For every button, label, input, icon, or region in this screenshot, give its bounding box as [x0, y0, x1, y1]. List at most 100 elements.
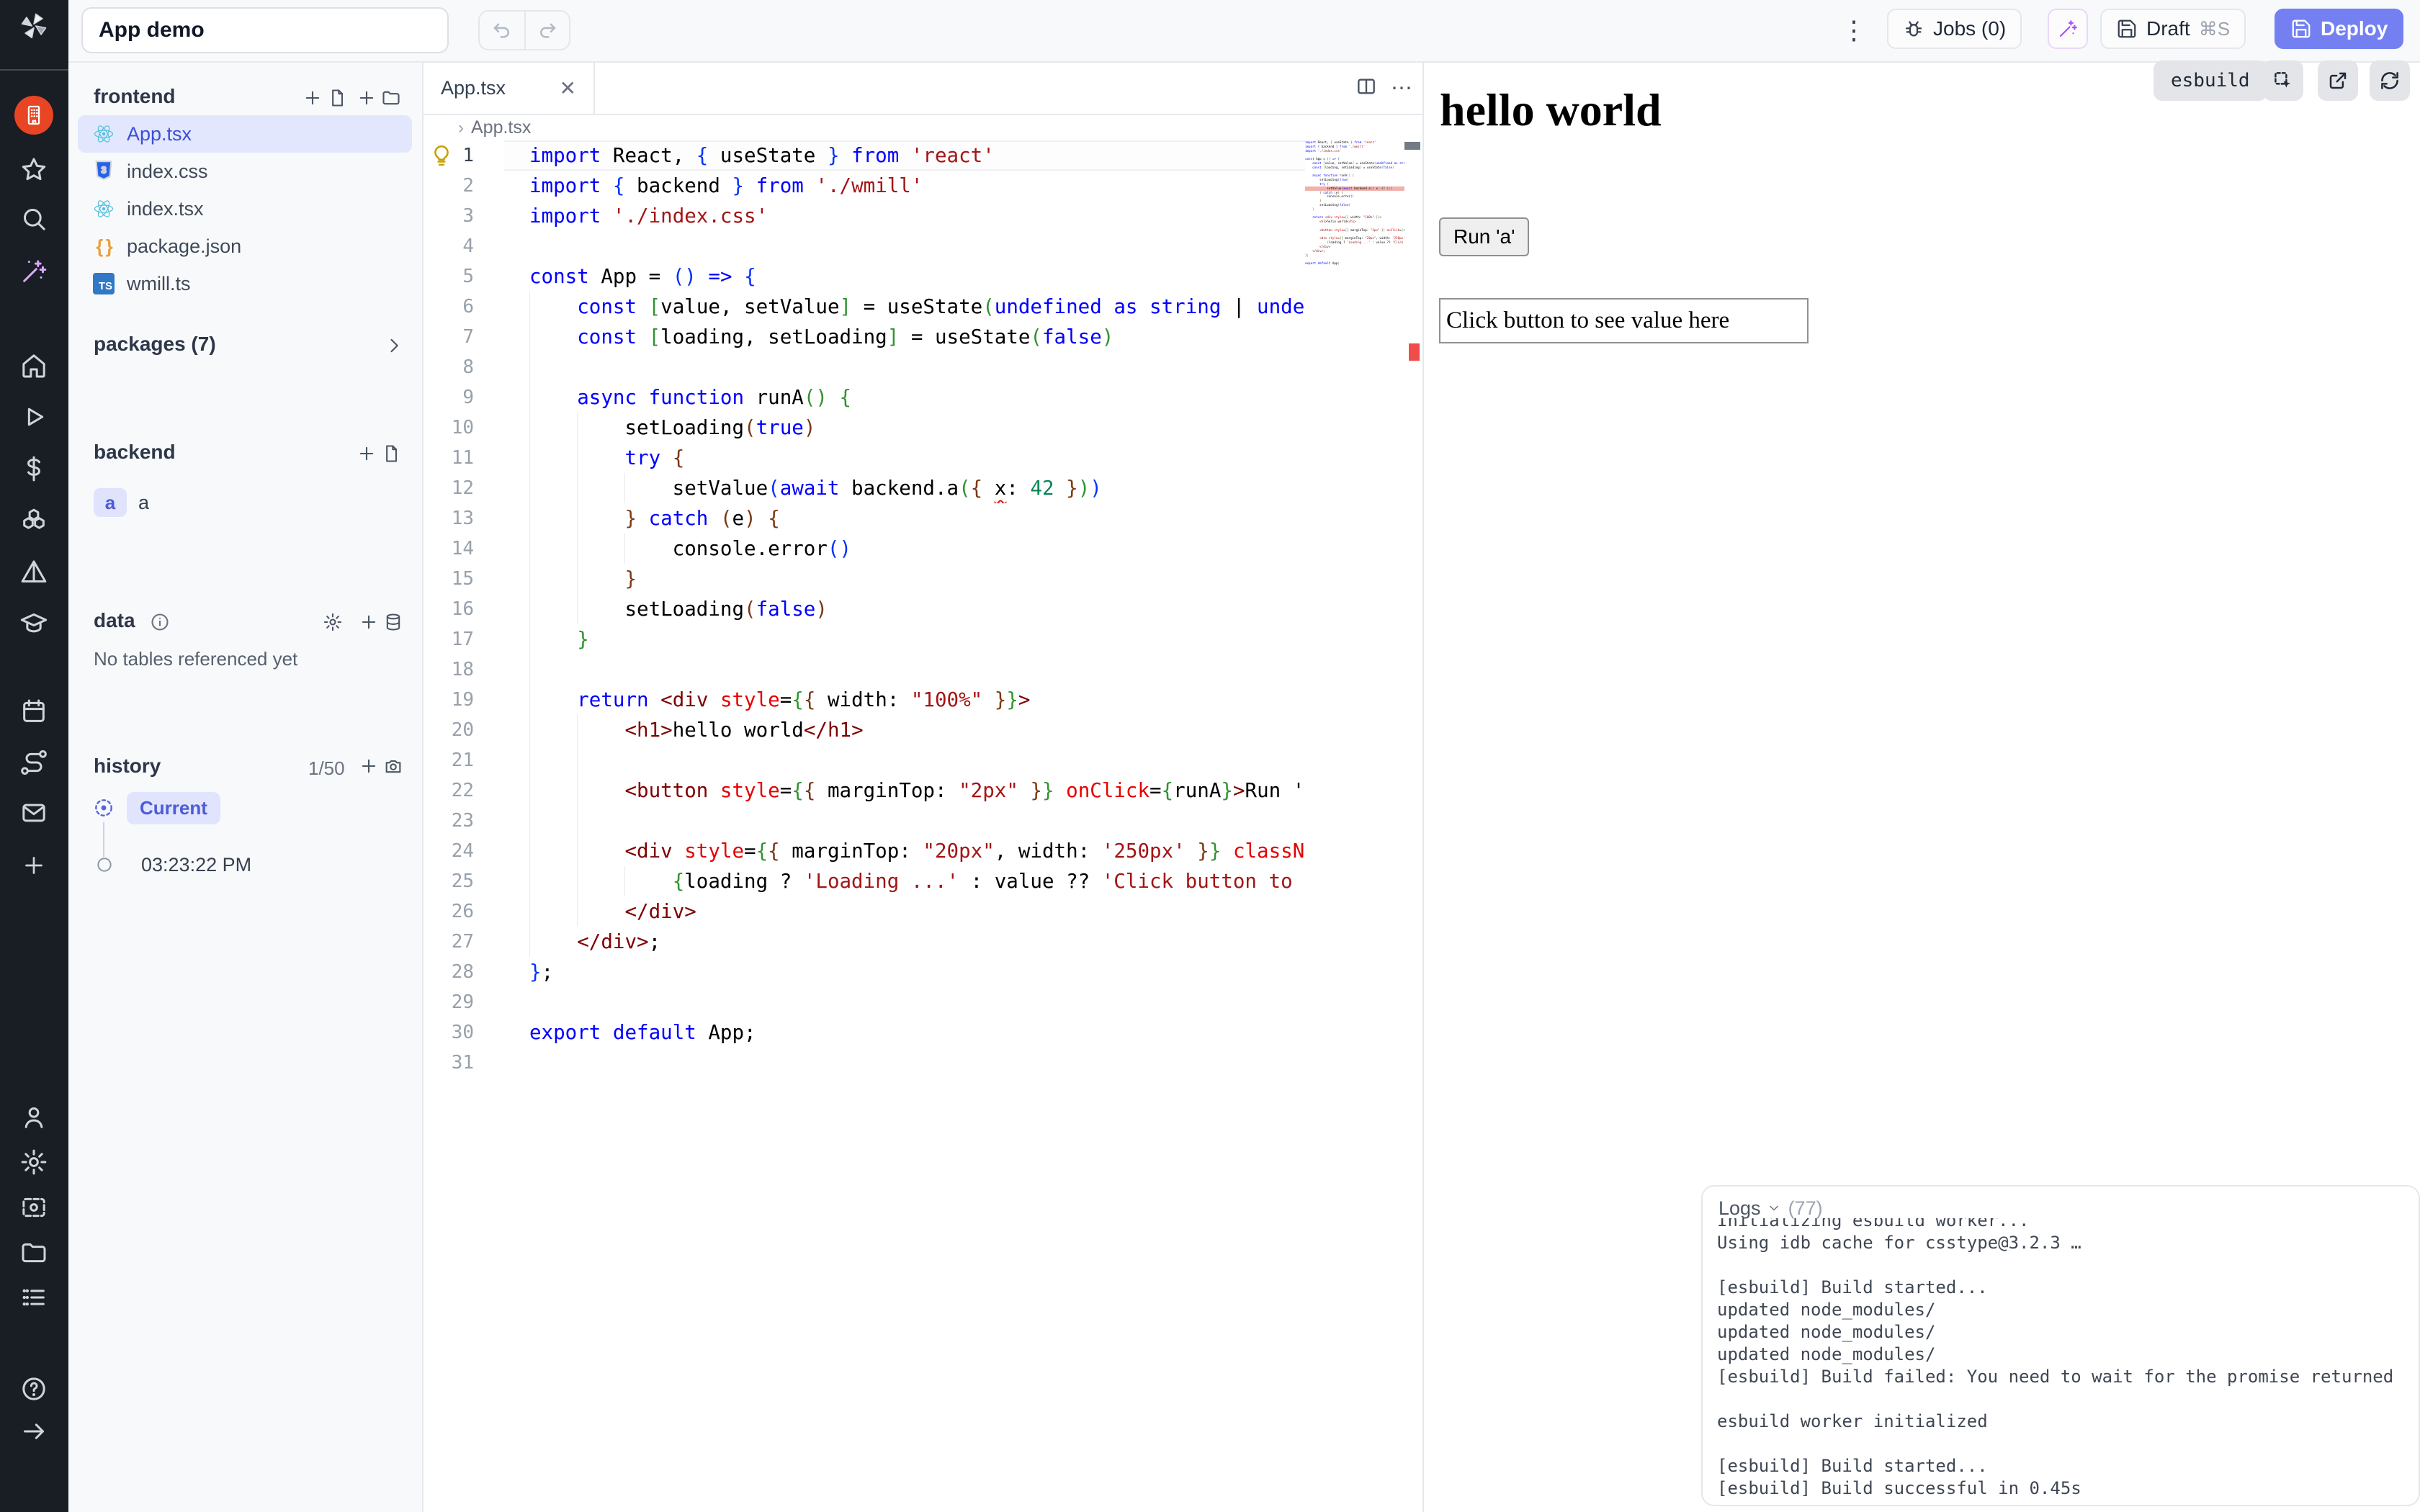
code-line[interactable]: setValue(await backend.a({ x: 42 })): [504, 473, 1305, 503]
code-line[interactable]: try {: [504, 443, 1305, 473]
undo-button[interactable]: [480, 12, 524, 49]
code-line[interactable]: import React, { useState } from 'react': [504, 140, 1305, 171]
runs-icon[interactable]: [18, 401, 50, 433]
code-line[interactable]: [504, 1048, 1305, 1078]
code-line[interactable]: [504, 806, 1305, 836]
add-table-button[interactable]: [359, 612, 403, 632]
editor-more-icon[interactable]: ⋯: [1391, 76, 1412, 101]
breadcrumb[interactable]: › App.tsx: [424, 115, 1422, 140]
code-line[interactable]: </div>;: [504, 927, 1305, 957]
code-line[interactable]: return <div style={{ width: "100%" }}>: [504, 685, 1305, 715]
chevron-down-icon: [1767, 1201, 1781, 1215]
open-external-button[interactable]: [2318, 60, 2358, 101]
code-line[interactable]: import './index.css': [504, 201, 1305, 231]
code-line[interactable]: const [value, setValue] = useState(undef…: [504, 292, 1305, 322]
bug-icon: [1903, 18, 1924, 40]
code-line[interactable]: [504, 352, 1305, 382]
code-line[interactable]: <button style={{ marginTop: "2px" }} onC…: [504, 775, 1305, 806]
more-menu-icon[interactable]: ⋮: [1838, 12, 1870, 49]
mail-icon[interactable]: [18, 797, 50, 829]
flows-icon[interactable]: [18, 747, 50, 778]
windmill-logo-icon[interactable]: [18, 10, 50, 42]
code-line[interactable]: import { backend } from './wmill': [504, 171, 1305, 201]
code-line[interactable]: [504, 654, 1305, 685]
expand-icon[interactable]: [18, 1416, 50, 1447]
code-line[interactable]: <div style={{ marginTop: "20px", width: …: [504, 836, 1305, 866]
ai-wand-button[interactable]: [2048, 9, 2088, 49]
workspace-icon[interactable]: [14, 96, 53, 135]
split-editor-icon[interactable]: [1355, 75, 1378, 102]
backend-script-a[interactable]: aa: [78, 484, 412, 521]
panel-splitter[interactable]: [1422, 63, 1424, 1512]
packages-expand-button[interactable]: [384, 336, 404, 356]
draft-button[interactable]: Draft ⌘S: [2100, 9, 2246, 49]
data-settings-button[interactable]: [323, 612, 343, 632]
history-current-badge[interactable]: Current: [127, 792, 220, 824]
jobs-button[interactable]: Jobs (0): [1887, 9, 2022, 49]
triangles-icon[interactable]: [18, 557, 50, 588]
code-line[interactable]: }: [504, 564, 1305, 594]
file-item-index.css[interactable]: 3index.css: [78, 153, 412, 190]
code-line[interactable]: async function runA() {: [504, 382, 1305, 413]
add-backend-script-button[interactable]: [357, 444, 401, 464]
code-line[interactable]: }: [504, 624, 1305, 654]
add-folder-button[interactable]: [357, 88, 401, 108]
resources-icon[interactable]: [18, 505, 50, 537]
account-icon[interactable]: [18, 1102, 50, 1133]
code-line[interactable]: } catch (e) {: [504, 503, 1305, 534]
code-line[interactable]: [504, 745, 1305, 775]
settings-icon[interactable]: [18, 1146, 50, 1178]
logs-dropdown[interactable]: Logs: [1718, 1197, 1781, 1220]
folders-icon[interactable]: [18, 1237, 50, 1269]
select-pointer-icon: [2272, 70, 2294, 91]
select-element-button[interactable]: [2263, 60, 2303, 101]
rail-divider: [0, 69, 68, 71]
code-line[interactable]: const App = () => {: [504, 261, 1305, 292]
favorites-icon[interactable]: [18, 154, 50, 186]
data-info-icon: [150, 612, 170, 632]
code-line[interactable]: console.error(): [504, 534, 1305, 564]
audit-logs-icon[interactable]: [18, 1282, 50, 1313]
schedules-icon[interactable]: [18, 696, 50, 727]
code-editor[interactable]: 1234567891011121314151617181920212223242…: [424, 140, 1422, 1512]
code-line[interactable]: [504, 231, 1305, 261]
minimap[interactable]: import React, { useState } from 'react'i…: [1305, 140, 1404, 299]
redo-button[interactable]: [524, 12, 569, 49]
file-item-package.json[interactable]: { }package.json: [78, 228, 412, 265]
close-icon[interactable]: ✕: [560, 76, 576, 100]
code-line[interactable]: const [loading, setLoading] = useState(f…: [504, 322, 1305, 352]
file-item-App.tsx[interactable]: App.tsx: [78, 115, 412, 153]
history-snapshot-button[interactable]: [359, 756, 403, 776]
code-line[interactable]: setLoading(true): [504, 413, 1305, 443]
data-empty-text: No tables referenced yet: [94, 648, 297, 670]
scrollbar-thumb[interactable]: [1404, 142, 1420, 150]
search-icon[interactable]: [18, 203, 50, 235]
code-line[interactable]: </div>: [504, 896, 1305, 927]
file-item-index.tsx[interactable]: index.tsx: [78, 190, 412, 228]
code-line[interactable]: [504, 987, 1305, 1017]
log-body[interactable]: Initializing esbuild worker...Using idb …: [1703, 1218, 2419, 1505]
variables-icon[interactable]: [18, 453, 50, 485]
refresh-button[interactable]: [2370, 60, 2410, 101]
code-line[interactable]: export default App;: [504, 1017, 1305, 1048]
code-line[interactable]: {loading ? 'Loading ...' : value ?? 'Cli…: [504, 866, 1305, 896]
chevron-right-icon: [384, 336, 404, 356]
learn-icon[interactable]: [18, 608, 50, 639]
worker-groups-icon[interactable]: [18, 1192, 50, 1223]
log-line: Using idb cache for csstype@3.2.3 …: [1717, 1232, 2404, 1254]
add-file-button[interactable]: [302, 88, 347, 108]
home-icon[interactable]: [18, 350, 50, 382]
history-timestamp[interactable]: 03:23:22 PM: [141, 854, 251, 876]
code-line[interactable]: <h1>hello world</h1>: [504, 715, 1305, 745]
preview-heading: hello world: [1440, 84, 1662, 137]
code-line[interactable]: };: [504, 957, 1305, 987]
help-icon[interactable]: [18, 1373, 50, 1405]
run-a-button[interactable]: Run 'a': [1439, 217, 1529, 256]
deploy-button[interactable]: Deploy: [2275, 9, 2403, 49]
add-icon[interactable]: [18, 850, 50, 881]
tab-app-tsx[interactable]: App.tsx ✕: [424, 63, 595, 114]
ai-wand-icon[interactable]: [18, 256, 50, 287]
code-line[interactable]: setLoading(false): [504, 594, 1305, 624]
file-item-wmill.ts[interactable]: TSwmill.ts: [78, 265, 412, 302]
app-name-input[interactable]: [81, 7, 449, 53]
